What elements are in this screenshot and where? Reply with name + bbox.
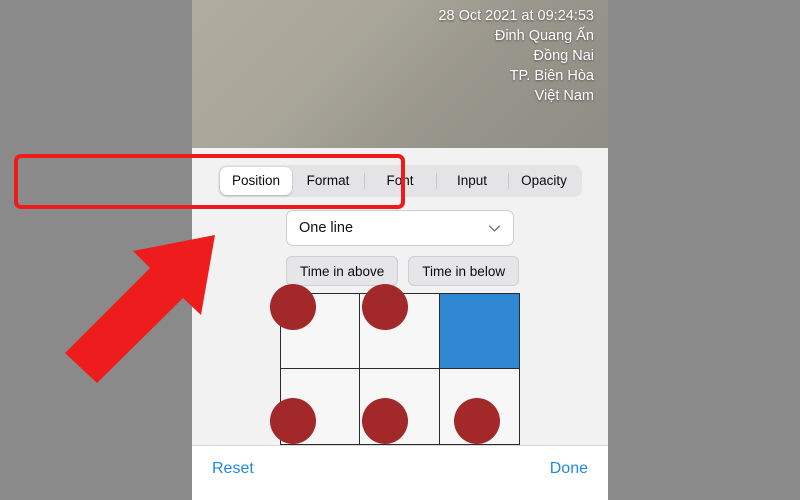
position-cell-top-right[interactable] xyxy=(439,294,519,369)
decorative-dot xyxy=(270,284,316,330)
decorative-dot xyxy=(270,398,316,444)
tab-font[interactable]: Font xyxy=(364,167,436,195)
decorative-dot xyxy=(362,398,408,444)
time-in-below-button[interactable]: Time in below xyxy=(408,256,520,286)
phone-screen: 28 Oct 2021 at 09:24:53 Đinh Quang Ấn Đồ… xyxy=(192,0,608,500)
time-in-above-button[interactable]: Time in above xyxy=(286,256,399,286)
line-mode-dropdown[interactable]: One line xyxy=(286,210,514,246)
done-button[interactable]: Done xyxy=(550,460,588,478)
tab-bar: Position Format Font Input Opacity xyxy=(218,165,582,197)
stamp-line-name: Đinh Quang Ấn xyxy=(494,28,594,44)
time-position-buttons: Time in above Time in below xyxy=(286,256,520,286)
tab-format[interactable]: Format xyxy=(292,167,364,195)
chevron-down-icon xyxy=(488,222,501,235)
decorative-dot xyxy=(362,284,408,330)
stamp-line-country: Việt Nam xyxy=(534,88,594,104)
tab-position[interactable]: Position xyxy=(220,167,292,195)
stamp-line-province: Đồng Nai xyxy=(533,48,594,64)
decorative-dot xyxy=(454,398,500,444)
photo-timestamp-overlay: 28 Oct 2021 at 09:24:53 Đinh Quang Ấn Đồ… xyxy=(438,6,594,106)
reset-button[interactable]: Reset xyxy=(212,460,254,478)
settings-panel: Position Format Font Input Opacity One l… xyxy=(192,148,608,500)
tab-opacity[interactable]: Opacity xyxy=(508,167,580,195)
bottom-action-bar: Reset Done xyxy=(192,445,608,500)
stamp-line-datetime: 28 Oct 2021 at 09:24:53 xyxy=(438,8,594,24)
tab-input[interactable]: Input xyxy=(436,167,508,195)
photo-preview: 28 Oct 2021 at 09:24:53 Đinh Quang Ấn Đồ… xyxy=(192,0,608,148)
line-mode-value: One line xyxy=(299,220,354,236)
stamp-line-city: TP. Biên Hòa xyxy=(509,68,594,84)
